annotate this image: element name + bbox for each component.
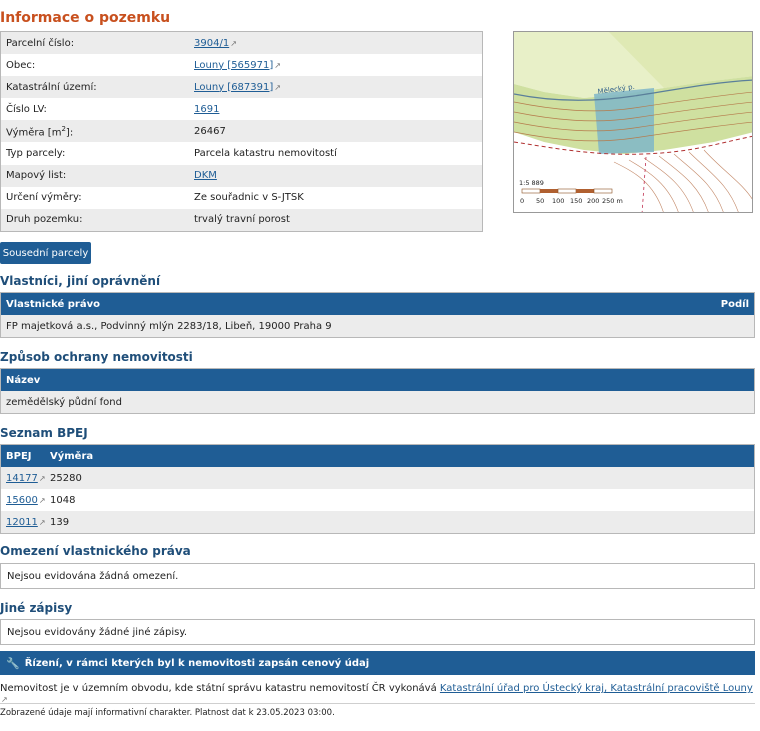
table-header: BPEJ Výměra [1,445,754,467]
info-label: Mapový list: [6,170,67,182]
bpej-code-link[interactable]: 14177 [6,473,38,484]
column-header: BPEJ [6,450,32,462]
protection-table: Název zemědělský půdní fond [0,368,755,414]
bpej-area: 25280 [50,472,82,484]
info-row: Typ parcely: Parcela katastru nemovitost… [1,142,482,165]
bpej-code-link[interactable]: 15600 [6,495,38,506]
external-link-icon: ↗ [274,60,281,70]
office-note: Nemovitost je v územním obvodu, kde stát… [0,683,760,705]
info-row: Obec: Louny [565971]↗ [1,54,482,77]
bpej-section-title: Seznam BPEJ [0,426,88,440]
table-row: FP majetková a.s., Podvinný mlýn 2283/18… [1,315,754,337]
table-row: 14177↗ 25280 [1,467,754,489]
data-validity-footer: Zobrazené údaje mají informativní charak… [0,708,335,718]
cadastral-office-link[interactable]: Katastrální úřad pro Ústecký kraj, Katas… [440,683,753,694]
bpej-table: BPEJ Výměra 14177↗ 25280 15600↗ 1048 120… [0,444,755,534]
proceedings-label: Řízení, v rámci kterých byl k nemovitost… [24,657,370,669]
other-records-section-title: Jiné zápisy [0,601,73,615]
info-label: Číslo LV: [6,103,47,115]
protection-cell: zemědělský půdní fond [6,396,122,408]
owners-section-title: Vlastníci, jiní oprávnění [0,274,161,288]
protection-section-title: Způsob ochrany nemovitosti [0,350,193,364]
info-row: Mapový list: DKM [1,164,482,187]
table-row: zemědělský půdní fond [1,391,754,413]
bpej-code-link[interactable]: 12011 [6,517,38,528]
proceedings-toggle[interactable]: 🔧 Řízení, v rámci kterých byl k nemovito… [0,651,755,675]
scale-tick: 100 [552,197,564,205]
table-header: Vlastnické právo Podíl [1,293,754,315]
external-link-icon: ↗ [230,38,237,48]
info-row: Katastrální území: Louny [687391]↗ [1,76,482,99]
wrench-icon: 🔧 [6,656,20,670]
info-label: Katastrální území: [6,81,97,93]
scale-tick: 250 m [602,197,623,205]
info-row: Určení výměry: Ze souřadnic v S-JTSK [1,186,482,209]
page-title: Informace o pozemku [0,10,171,26]
external-link-icon: ↗ [38,495,46,505]
info-label: Určení výměry: [6,192,82,204]
owners-table: Vlastnické právo Podíl FP majetková a.s.… [0,292,755,338]
restrictions-section-title: Omezení vlastnického práva [0,544,191,558]
column-header: Výměra [50,450,94,462]
office-note-text: Nemovitost je v územním obvodu, kde stát… [0,683,440,694]
column-header: Název [6,374,41,386]
column-header: Vlastnické právo [6,298,100,310]
owner-cell: FP majetková a.s., Podvinný mlýn 2283/18… [6,320,332,332]
ownership-sheet-link[interactable]: 1691 [194,104,219,115]
info-row: Číslo LV: 1691 [1,98,482,121]
info-value: Ze souřadnic v S-JTSK [194,192,304,204]
info-row: Druh pozemku: trvalý travní porost [1,208,482,231]
info-value: Parcela katastru nemovitostí [194,148,337,160]
parcel-info-table: Parcelní číslo: 3904/1↗ Obec: Louny [565… [0,31,483,232]
table-header: Název [1,369,754,391]
info-label: Výměra [m2]: [6,124,74,139]
scale-text: 1:5 889 [519,179,544,187]
external-link-icon: ↗ [38,517,46,527]
parcel-number-link[interactable]: 3904/1 [194,38,229,49]
info-value: 26467 [194,125,226,137]
cadastral-area-link[interactable]: Louny [687391] [194,82,273,93]
column-header: Podíl [720,298,749,310]
municipality-link[interactable]: Louny [565971] [194,60,273,71]
info-label: Obec: [6,59,36,71]
external-link-icon: ↗ [38,473,46,483]
table-row: 15600↗ 1048 [1,489,754,511]
cadastral-map-image: Mělecký p. 1:5 889 0 50 100 150 200 250 … [514,32,752,212]
neighbor-parcels-button[interactable]: Sousední parcely [0,242,91,264]
scale-tick: 150 [570,197,582,205]
scale-tick: 50 [536,197,544,205]
parcel-map[interactable]: Mělecký p. 1:5 889 0 50 100 150 200 250 … [513,31,753,213]
bpej-area: 1048 [50,494,76,506]
info-label: Parcelní číslo: [6,37,75,49]
info-value: trvalý travní porost [194,214,290,226]
scale-tick: 200 [587,197,599,205]
scale-tick: 0 [520,197,524,205]
info-row: Výměra [m2]: 26467 [1,120,482,143]
table-row: 12011↗ 139 [1,511,754,533]
info-label: Druh pozemku: [6,214,83,226]
info-row: Parcelní číslo: 3904/1↗ [1,32,482,55]
other-records-box: Nejsou evidovány žádné jiné zápisy. [0,619,755,645]
map-sheet-link[interactable]: DKM [194,170,217,181]
bpej-area: 139 [50,516,70,528]
external-link-icon: ↗ [274,82,281,92]
info-label: Typ parcely: [6,148,66,160]
restrictions-box: Nejsou evidována žádná omezení. [0,563,755,589]
divider [0,703,755,704]
